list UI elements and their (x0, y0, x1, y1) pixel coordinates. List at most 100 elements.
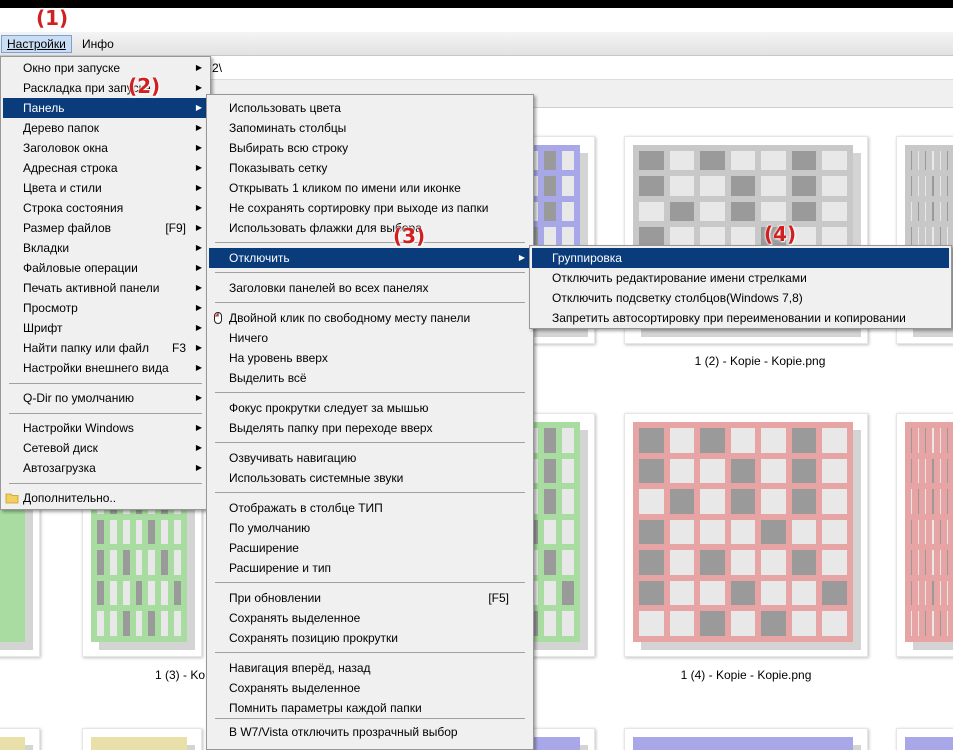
settings-menu-item[interactable]: Строка состояния ▶ (3, 198, 208, 218)
settings-menu-item[interactable]: Печать активной панели ▶ (3, 278, 208, 298)
panel-submenu-item-label: Расширение (229, 541, 299, 555)
panel-submenu-item[interactable]: При обновлении [F5] (209, 588, 531, 608)
settings-menu-item[interactable]: Дерево папок ▶ (3, 118, 208, 138)
settings-menu-item[interactable]: Вкладки ▶ (3, 238, 208, 258)
window-top-strip (0, 0, 953, 8)
panel-submenu-item[interactable]: Фокус прокрутки следует за мышью (209, 398, 531, 418)
thumbnail[interactable] (0, 728, 40, 750)
submenu-arrow-icon: ▶ (195, 63, 202, 72)
submenu-arrow-icon: ▶ (518, 253, 525, 262)
thumbnail[interactable] (624, 413, 868, 657)
panel-submenu-item-label: Отключить (229, 251, 290, 265)
submenu-arrow-icon: ▶ (195, 393, 202, 402)
panel-submenu-item[interactable]: Отключить ▶ (209, 248, 531, 268)
thumbnail[interactable] (896, 728, 953, 750)
panel-submenu-item[interactable]: Показывать сетку (209, 158, 531, 178)
panel-submenu-item[interactable]: Выбирать всю строку (209, 138, 531, 158)
settings-menu: Окно при запуске ▶ Раскладка при запуске ▶ П… (0, 56, 211, 510)
panel-submenu-item[interactable]: В W7/Vista отключить прозрачный выбор (209, 722, 531, 742)
submenu-arrow-icon: ▶ (195, 443, 202, 452)
menu-settings[interactable]: Настройки (1, 35, 72, 53)
disable-submenu-item[interactable]: Группировка (532, 248, 949, 268)
thumbnail[interactable] (624, 728, 868, 750)
panel-submenu-item[interactable]: Расширение и тип (209, 558, 531, 578)
panel-submenu-item[interactable]: Ничего (209, 328, 531, 348)
submenu-arrow-icon: ▶ (195, 423, 202, 432)
panel-submenu-item[interactable]: Помнить параметры каждой папки (209, 698, 531, 718)
settings-menu-item[interactable]: Раскладка при запуске ▶ (3, 78, 208, 98)
submenu-arrow-icon: ▶ (195, 103, 202, 112)
settings-menu-item[interactable]: Файловые операции ▶ (3, 258, 208, 278)
address-bar[interactable]: 2\ (200, 56, 953, 80)
panel-submenu-item[interactable]: На уровень вверх (209, 348, 531, 368)
thumbnail[interactable] (896, 413, 953, 657)
menu-info[interactable]: Инфо (77, 35, 119, 53)
panel-submenu-item[interactable]: Выделять папку при переходе вверх (209, 418, 531, 438)
panel-submenu-item-label: Сохранять позицию прокрутки (229, 631, 398, 645)
settings-menu-item-label: Шрифт (23, 321, 63, 335)
settings-menu-item[interactable]: Сетевой диск ▶ (3, 438, 208, 458)
settings-menu-item-label: Печать активной панели (23, 281, 160, 295)
panel-submenu-item-label: Использовать системные звуки (229, 471, 404, 485)
panel-submenu-item-label: Сохранять выделенное (229, 611, 361, 625)
settings-menu-item[interactable]: Q-Dir по умолчанию ▶ (3, 388, 208, 408)
settings-menu-item-label: Вкладки (23, 241, 70, 255)
settings-menu-item-label: Окно при запуске (23, 61, 121, 75)
panel-submenu-item[interactable]: Сохранять выделенное (209, 678, 531, 698)
settings-menu-item[interactable]: Просмотр ▶ (3, 298, 208, 318)
settings-menu-item[interactable]: Автозагрузка ▶ (3, 458, 208, 478)
settings-menu-item[interactable]: Настройки внешнего вида ▶ (3, 358, 208, 378)
panel-submenu-item[interactable]: Запоминать столбцы (209, 118, 531, 138)
settings-menu-item[interactable]: Окно при запуске ▶ (3, 58, 208, 78)
panel-submenu-item[interactable]: Озвучивать навигацию (209, 448, 531, 468)
panel-submenu-item[interactable]: Отображать в столбце ТИП (209, 498, 531, 518)
panel-submenu-item[interactable]: Использовать цвета (209, 98, 531, 118)
settings-menu-item-label: Адресная строка (23, 161, 118, 175)
settings-menu-item-shortcut: F3 (171, 341, 186, 355)
settings-menu-item[interactable]: Шрифт ▶ (3, 318, 208, 338)
settings-menu-item[interactable]: Настройки Windows ▶ (3, 418, 208, 438)
settings-menu-item[interactable]: Панель ▶ (3, 98, 208, 118)
panel-submenu-item-label: В W7/Vista отключить прозрачный выбор (229, 725, 458, 739)
panel-submenu-item[interactable]: Заголовки панелей во всех панелях (209, 278, 531, 298)
panel-submenu-item-label: По умолчанию (229, 521, 311, 535)
disable-submenu-item-label: Отключить редактирование имени стрелками (552, 271, 807, 285)
disable-submenu-item[interactable]: Запретить автосортировку при переименова… (532, 308, 949, 328)
panel-submenu-item[interactable]: Сохранять выделенное (209, 608, 531, 628)
panel-submenu-item[interactable]: Открывать 1 кликом по имени или иконке (209, 178, 531, 198)
panel-submenu-item[interactable]: Сохранять позицию прокрутки (209, 628, 531, 648)
submenu-arrow-icon: ▶ (195, 123, 202, 132)
settings-menu-item[interactable]: Найти папку или файл F3 ▶ (3, 338, 208, 358)
settings-menu-item-label: Заголовок окна (23, 141, 108, 155)
panel-submenu-item[interactable]: Двойной клик по свободному месту панели (209, 308, 531, 328)
panel-submenu-item[interactable]: Использовать системные звуки (209, 468, 531, 488)
submenu-arrow-icon: ▶ (195, 303, 202, 312)
panel-submenu-item[interactable]: Использовать флажки для выбора (209, 218, 531, 238)
panel-submenu-item-label: Заголовки панелей во всех панелях (229, 281, 429, 295)
settings-menu-item[interactable]: Размер файлов [F9] ▶ (3, 218, 208, 238)
mouse-icon (211, 311, 225, 325)
panel-submenu-item[interactable]: Расширение (209, 538, 531, 558)
panel-submenu-item[interactable]: Навигация вперёд, назад (209, 658, 531, 678)
disable-submenu-item[interactable]: Отключить подсветку столбцов(Windows 7,8… (532, 288, 949, 308)
menu-separator (215, 392, 525, 393)
disable-submenu-item[interactable]: Отключить редактирование имени стрелками (532, 268, 949, 288)
annotation-strip (0, 8, 953, 32)
settings-menu-item-label: Настройки внешнего вида (23, 361, 169, 375)
submenu-arrow-icon: ▶ (195, 323, 202, 332)
submenu-arrow-icon: ▶ (195, 363, 202, 372)
panel-submenu-item[interactable]: По умолчанию (209, 518, 531, 538)
settings-menu-item[interactable]: Цвета и стили ▶ (3, 178, 208, 198)
thumbnail[interactable] (82, 728, 202, 750)
annotation-1: (1) (36, 6, 69, 30)
annotation-4: (4) (764, 222, 797, 246)
panel-submenu-item[interactable]: Выделить всё (209, 368, 531, 388)
panel-submenu-item[interactable]: Не сохранять сортировку при выходе из па… (209, 198, 531, 218)
settings-menu-item[interactable]: Адресная строка ▶ (3, 158, 208, 178)
settings-menu-item[interactable]: Заголовок окна ▶ (3, 138, 208, 158)
menu-separator (9, 413, 202, 414)
menu-separator (9, 383, 202, 384)
settings-menu-item[interactable]: Дополнительно.. (3, 488, 208, 508)
thumbnail-caption: 1 (4) - Kopie - Kopie.png (680, 668, 812, 682)
submenu-arrow-icon: ▶ (195, 183, 202, 192)
